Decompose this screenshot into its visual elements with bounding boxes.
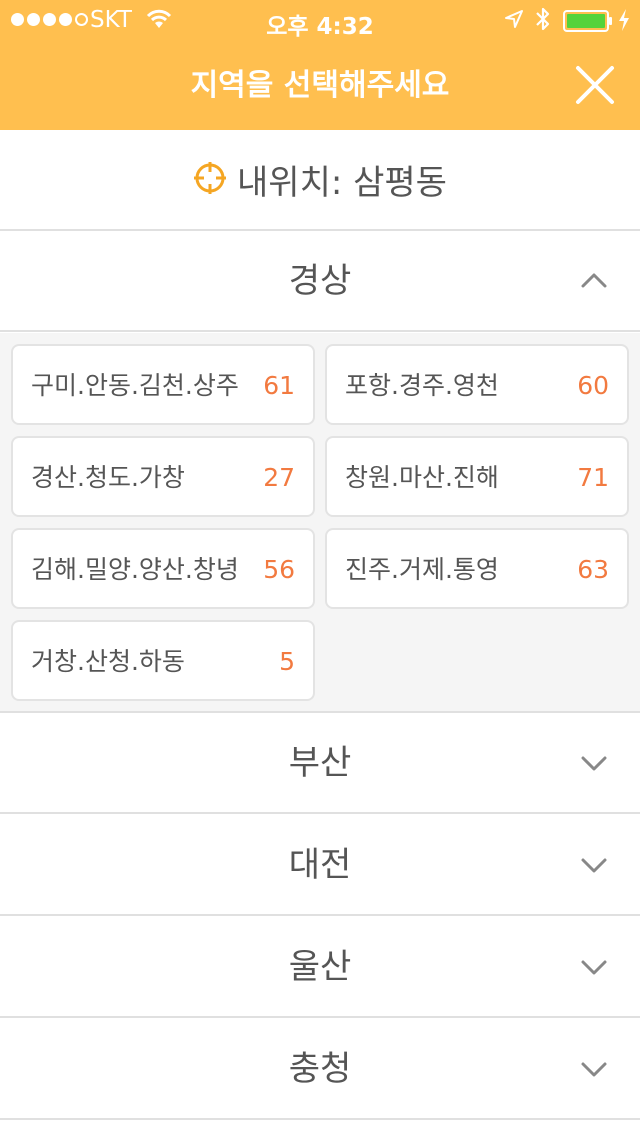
section-title: 부산 xyxy=(288,743,352,783)
battery-icon xyxy=(563,10,613,38)
section-title: 울산 xyxy=(288,947,352,987)
chevron-up-icon xyxy=(581,273,607,288)
header: SKT 오후 4:32 지역을 선택해주세요 xyxy=(0,0,640,130)
section-title: 대전 xyxy=(288,845,352,885)
region-card[interactable]: 진주.거제.통영 63 xyxy=(325,528,629,609)
region-name: 포항.경주.영천 xyxy=(345,371,499,400)
region-name: 진주.거제.통영 xyxy=(345,555,499,584)
region-card[interactable]: 구미.안동.김천.상주 61 xyxy=(11,344,315,425)
section-title: 경상 xyxy=(288,261,352,301)
section-busan[interactable]: 부산 xyxy=(0,713,640,814)
region-list: 구미.안동.김천.상주 61 포항.경주.영천 60 경산.청도.가창 27 창… xyxy=(0,333,640,713)
region-name: 경산.청도.가창 xyxy=(31,463,185,492)
close-icon xyxy=(576,66,614,104)
region-name: 구미.안동.김천.상주 xyxy=(31,371,239,400)
region-name: 거창.산청.하동 xyxy=(31,647,185,676)
location-arrow-icon xyxy=(504,9,524,35)
region-count: 60 xyxy=(577,371,609,400)
region-card[interactable]: 경산.청도.가창 27 xyxy=(11,436,315,517)
region-count: 56 xyxy=(263,555,295,584)
close-button[interactable] xyxy=(570,60,620,110)
chevron-down-icon xyxy=(581,960,607,975)
region-count: 27 xyxy=(263,463,295,492)
page-title: 지역을 선택해주세요 xyxy=(190,68,450,103)
chevron-down-icon xyxy=(581,1062,607,1077)
section-daejeon[interactable]: 대전 xyxy=(0,815,640,916)
region-count: 71 xyxy=(577,463,609,492)
section-gyeongsang[interactable]: 경상 xyxy=(0,231,640,332)
section-ulsan[interactable]: 울산 xyxy=(0,917,640,1018)
chevron-down-icon xyxy=(581,756,607,771)
region-count: 5 xyxy=(279,647,295,676)
section-chungcheong[interactable]: 충청 xyxy=(0,1019,640,1120)
region-name: 김해.밀양.양산.창녕 xyxy=(31,555,239,584)
region-name: 창원.마산.진해 xyxy=(345,463,499,492)
region-card[interactable]: 거창.산청.하동 5 xyxy=(11,620,315,701)
region-card[interactable]: 포항.경주.영천 60 xyxy=(325,344,629,425)
bluetooth-icon xyxy=(534,6,552,38)
my-location-label: 내위치: 삼평동 xyxy=(237,163,447,203)
region-count: 61 xyxy=(263,371,295,400)
charging-icon xyxy=(617,8,631,38)
status-bar: SKT 오후 4:32 xyxy=(0,0,640,40)
region-count: 63 xyxy=(577,555,609,584)
region-card[interactable]: 김해.밀양.양산.창녕 56 xyxy=(11,528,315,609)
crosshair-icon xyxy=(193,161,227,199)
region-card[interactable]: 창원.마산.진해 71 xyxy=(325,436,629,517)
chevron-down-icon xyxy=(581,858,607,873)
section-title: 충청 xyxy=(288,1049,352,1089)
my-location-button[interactable]: 내위치: 삼평동 xyxy=(0,130,640,231)
